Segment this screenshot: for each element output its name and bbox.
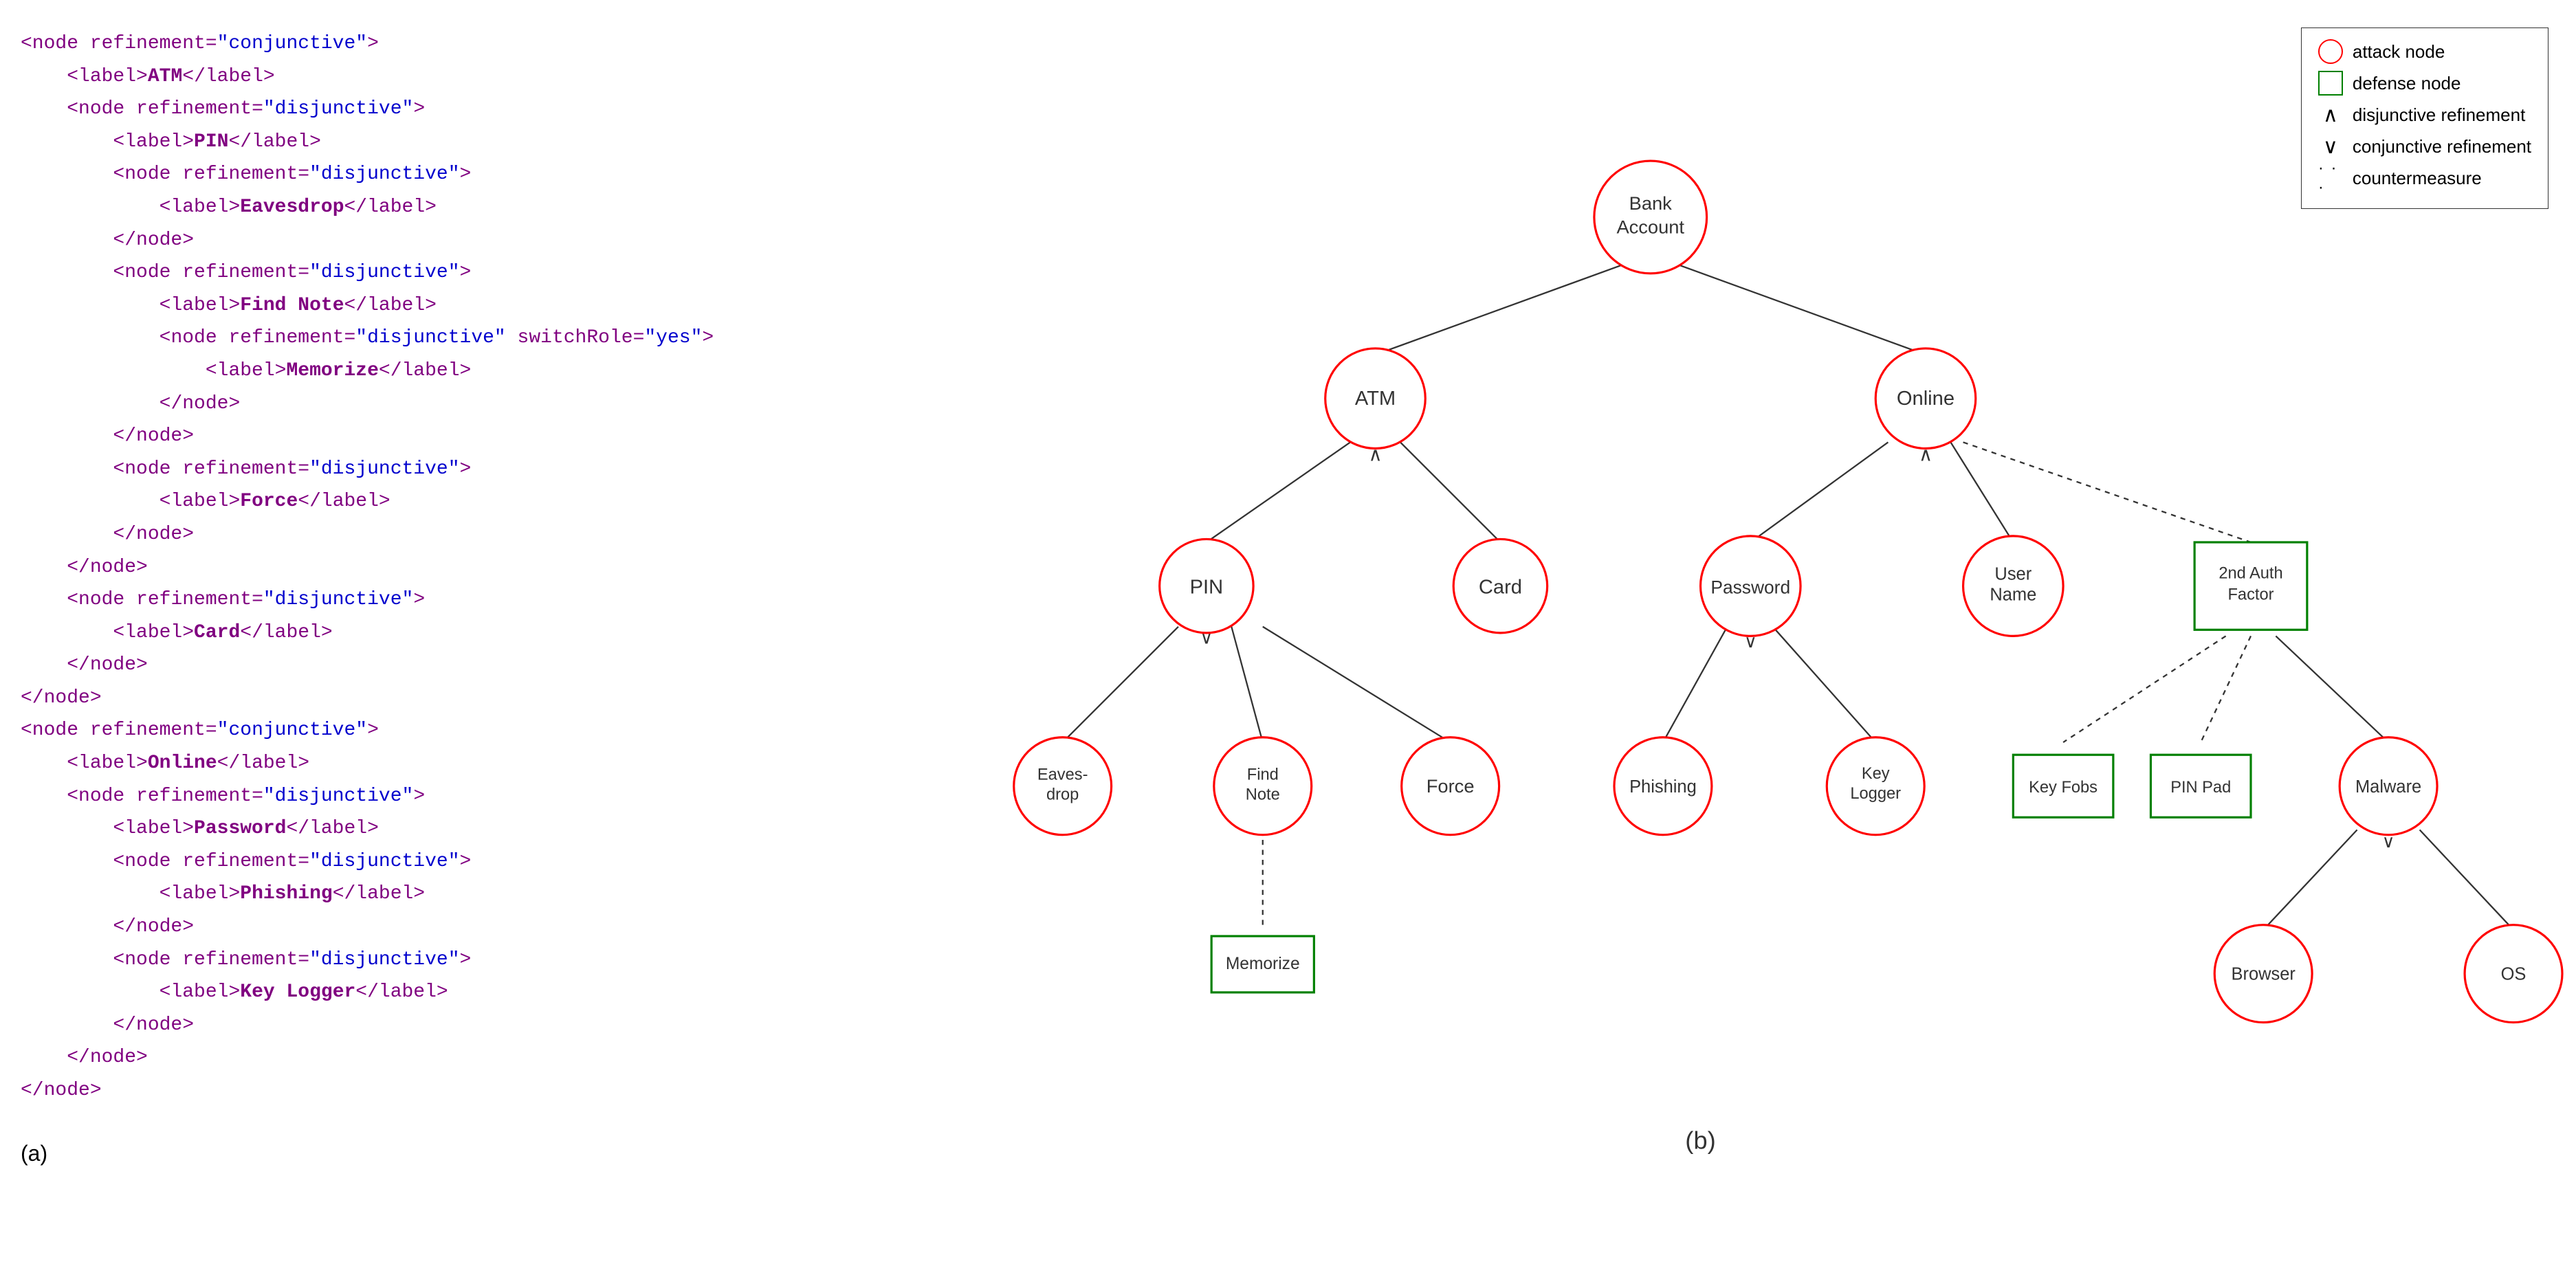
xml-line-11: <label>Memorize</label> [21, 355, 804, 388]
label-2nd-auth-2: Factor [2227, 586, 2274, 604]
label-browser: Browser [2231, 965, 2296, 984]
xml-line-5: <node refinement="disjunctive"> [21, 158, 804, 191]
label-2nd-auth-1: 2nd Auth [2219, 565, 2282, 583]
xml-line-28: </node> [21, 911, 804, 944]
label-pinpad: PIN Pad [2170, 779, 2231, 797]
xml-line-1: <node refinement="conjunctive"> [21, 27, 804, 60]
label-pin: PIN [1190, 577, 1224, 599]
xml-line-33: </node> [21, 1074, 804, 1107]
caption-a: (a) [21, 1135, 804, 1172]
xml-line-24: <node refinement="disjunctive"> [21, 780, 804, 813]
label-malware: Malware [2355, 777, 2421, 797]
xml-line-2: <label>ATM</label> [21, 60, 804, 93]
xml-line-27: <label>Phishing</label> [21, 878, 804, 911]
legend-defense-square [2318, 71, 2343, 96]
label-keylogger-1: Key [1862, 765, 1890, 783]
xml-line-14: <node refinement="disjunctive"> [21, 453, 804, 486]
xml-line-31: </node> [21, 1009, 804, 1042]
legend-item-counter: · · · countermeasure [2318, 166, 2531, 190]
legend-attack-circle [2318, 39, 2343, 64]
label-atm: ATM [1355, 388, 1396, 410]
label-online: Online [1897, 388, 1955, 410]
xml-line-19: <label>Card</label> [21, 617, 804, 649]
legend-item-attack: attack node [2318, 39, 2531, 64]
xml-line-8: <node refinement="disjunctive"> [21, 256, 804, 289]
xml-line-30: <label>Key Logger</label> [21, 976, 804, 1009]
legend-disj-arrow: ∧ [2318, 102, 2343, 127]
xml-line-21: </node> [21, 682, 804, 715]
legend-conj-arrow: ∨ [2318, 134, 2343, 159]
legend-item-disj: ∧ disjunctive refinement [2318, 102, 2531, 127]
xml-line-26: <node refinement="disjunctive"> [21, 845, 804, 878]
svg-text:Account: Account [1616, 216, 1684, 238]
tree-diagram-panel: ∧ ∨ ∧ ∨ ∨ [825, 0, 2576, 1285]
label-memorize: Memorize [1226, 955, 1300, 973]
xml-line-23: <label>Online</label> [21, 747, 804, 780]
label-keylogger-2: Logger [1850, 785, 1901, 803]
label-username: User [1994, 565, 2032, 584]
legend-counter-symbol: · · · [2318, 166, 2343, 190]
xml-line-6: <label>Eavesdrop</label> [21, 191, 804, 224]
xml-line-13: </node> [21, 420, 804, 453]
xml-line-25: <label>Password</label> [21, 812, 804, 845]
label-bank-account: Bank [1629, 192, 1673, 214]
xml-line-16: </node> [21, 518, 804, 551]
xml-line-32: </node> [21, 1041, 804, 1074]
xml-line-29: <node refinement="disjunctive"> [21, 944, 804, 977]
label-password: Password [1710, 577, 1790, 598]
label-phishing: Phishing [1629, 777, 1697, 797]
xml-line-15: <label>Force</label> [21, 485, 804, 518]
svg-text:Name: Name [1990, 586, 2036, 605]
xml-line-9: <label>Find Note</label> [21, 289, 804, 322]
xml-line-4: <label>PIN</label> [21, 126, 804, 159]
xml-line-22: <node refinement="conjunctive"> [21, 714, 804, 747]
xml-line-20: </node> [21, 649, 804, 682]
legend-conj-label: conjunctive refinement [2353, 136, 2531, 157]
xml-code-panel: <node refinement="conjunctive"> <label>A… [0, 0, 825, 1285]
label-findnote: Find [1247, 766, 1279, 784]
legend-defense-label: defense node [2353, 73, 2461, 94]
legend: attack node defense node ∧ disjunctive r… [2301, 27, 2549, 209]
xml-line-12: </node> [21, 388, 804, 421]
caption-b: (b) [1685, 1126, 1715, 1154]
legend-disj-label: disjunctive refinement [2353, 104, 2525, 126]
xml-line-3: <node refinement="disjunctive"> [21, 93, 804, 126]
xml-line-10: <node refinement="disjunctive" switchRol… [21, 322, 804, 355]
legend-counter-label: countermeasure [2353, 168, 2482, 189]
svg-text:Note: Note [1246, 786, 1280, 804]
label-force: Force [1427, 775, 1475, 797]
legend-item-defense: defense node [2318, 71, 2531, 96]
xml-line-17: </node> [21, 551, 804, 584]
legend-attack-label: attack node [2353, 41, 2445, 63]
svg-text:drop: drop [1046, 786, 1079, 804]
label-eavesdrop: Eaves- [1037, 766, 1088, 784]
xml-line-18: <node refinement="disjunctive"> [21, 584, 804, 617]
xml-line-7: </node> [21, 224, 804, 257]
label-keyfobs: Key Fobs [2029, 779, 2098, 797]
label-card: Card [1479, 577, 1522, 599]
label-os: OS [2501, 965, 2527, 984]
legend-item-conj: ∨ conjunctive refinement [2318, 134, 2531, 159]
